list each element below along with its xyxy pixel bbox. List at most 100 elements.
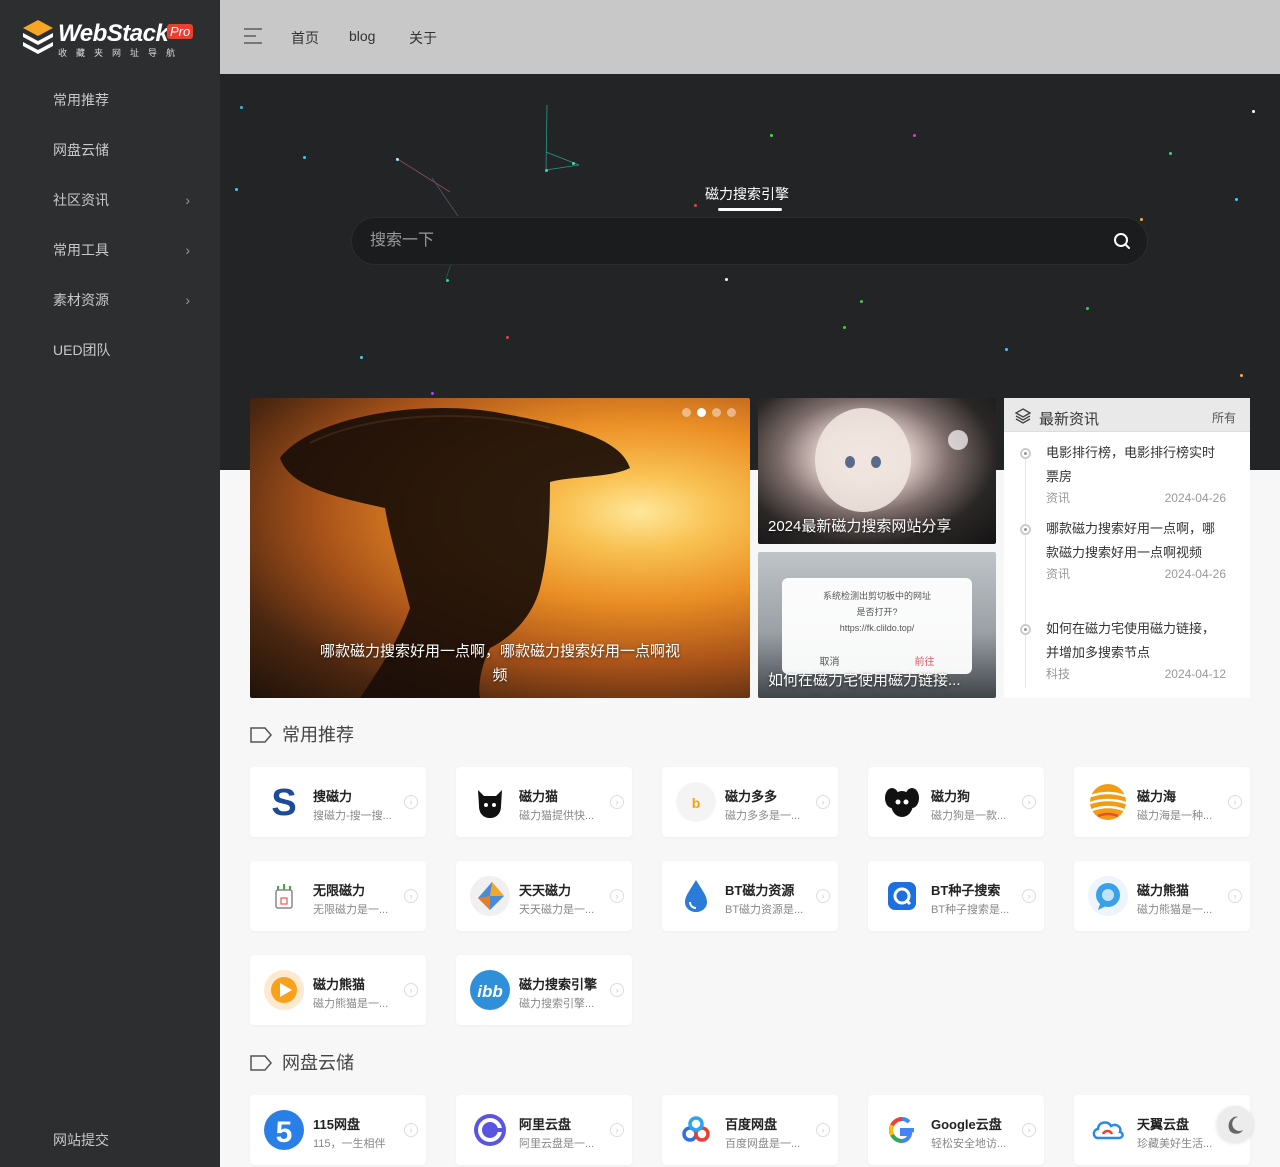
news-item-category: 资讯 (1046, 567, 1071, 581)
sidebar-item-tools[interactable]: 常用工具 › (0, 225, 220, 275)
sidebar-item-label: 素材资源 (53, 292, 109, 308)
banner-caption[interactable]: 如何在磁力宅使用磁力链接... (768, 669, 961, 690)
arrow-right-icon[interactable]: › (816, 795, 830, 809)
site-name: 百度网盘 (725, 1117, 778, 1132)
svg-text:b: b (692, 795, 701, 811)
search-input[interactable] (370, 218, 1090, 264)
dialog-cancel: 取消 (819, 657, 840, 668)
section-title-text: 网盘云储 (282, 1053, 354, 1073)
arrow-right-icon[interactable]: › (404, 795, 418, 809)
b-logo-icon: b (676, 782, 716, 822)
sidebar-item-ued[interactable]: UED团队 (0, 325, 220, 375)
arrow-right-icon[interactable]: › (610, 795, 624, 809)
site-card[interactable]: 百度网盘 百度网盘是一... › (662, 1095, 838, 1165)
news-item-title[interactable]: 哪款磁力搜索好用一点啊，哪款磁力搜索好用一点啊视频 (1046, 517, 1226, 565)
search-tab-magnet[interactable]: 磁力搜索引擎 (705, 184, 789, 204)
banner-caption[interactable]: 2024最新磁力搜索网站分享 (768, 515, 951, 536)
site-card[interactable]: 天天磁力 天天磁力是一... › (456, 861, 632, 931)
sidebar-item-community[interactable]: 社区资讯 › (0, 175, 220, 225)
theme-toggle-button[interactable] (1217, 1106, 1253, 1142)
carousel-dot[interactable] (712, 408, 721, 417)
news-item-date: 2024-04-26 (1164, 491, 1226, 505)
site-card[interactable]: BT磁力资源 BT磁力资源是... › (662, 861, 838, 931)
news-item-title[interactable]: 电影排行榜，电影排行榜实时票房 (1046, 441, 1226, 489)
svg-text:S: S (271, 782, 296, 822)
site-card[interactable]: b 磁力多多 磁力多多是一... › (662, 767, 838, 837)
news-item-title[interactable]: 如何在磁力宅使用磁力链接，并增加多搜索节点 (1046, 617, 1226, 665)
arrow-right-icon[interactable]: › (404, 889, 418, 903)
arrow-right-icon[interactable]: › (404, 1123, 418, 1137)
news-item[interactable]: 哪款磁力搜索好用一点啊，哪款磁力搜索好用一点啊视频 资讯 2024-04-26 (1046, 517, 1226, 583)
sidebar-item-assets[interactable]: 素材资源 › (0, 275, 220, 325)
news-all-link[interactable]: 所有 (1212, 409, 1236, 426)
banner-small-1[interactable]: 2024最新磁力搜索网站分享 (758, 398, 996, 544)
moon-icon (1228, 1116, 1243, 1134)
arrow-right-icon[interactable]: › (1228, 795, 1242, 809)
site-desc: 磁力海是一种... (1137, 810, 1213, 822)
logo[interactable]: WebStack Pro 收藏夹网址导航 (22, 18, 202, 60)
site-card[interactable]: 磁力狗 磁力狗是一款... › (868, 767, 1044, 837)
arrow-right-icon[interactable]: › (610, 983, 624, 997)
news-item[interactable]: 如何在磁力宅使用磁力链接，并增加多搜索节点 科技 2024-04-12 (1046, 617, 1226, 683)
search-icon[interactable] (1113, 232, 1131, 250)
site-name: 搜磁力 (313, 789, 353, 804)
news-header: 最新资讯 所有 (1004, 398, 1250, 432)
submit-site-link[interactable]: 网站提交 (53, 1130, 109, 1150)
site-card[interactable]: BT种子搜索 BT种子搜索是... › (868, 861, 1044, 931)
jar-icon (264, 876, 304, 916)
site-card[interactable]: 磁力猫 磁力猫提供快... › (456, 767, 632, 837)
timeline-dot (1020, 448, 1031, 459)
site-desc: 阿里云盘是一... (519, 1138, 595, 1150)
site-card[interactable]: 5 115网盘 115，一生相伴 › (250, 1095, 426, 1165)
aliyun-icon (470, 1110, 510, 1150)
site-card[interactable]: Google云盘 轻松安全地访... › (868, 1095, 1044, 1165)
carousel-dot[interactable] (682, 408, 691, 417)
site-card[interactable]: 阿里云盘 阿里云盘是一... › (456, 1095, 632, 1165)
sidebar-nav: 常用推荐 网盘云储 社区资讯 › 常用工具 › 素材资源 › UED团队 (0, 75, 220, 375)
site-card[interactable]: 磁力熊猫 磁力熊猫是一... › (250, 955, 426, 1025)
sidebar-item-label: 常用工具 (53, 242, 109, 258)
arrow-right-icon[interactable]: › (1228, 889, 1242, 903)
tag-icon (250, 1055, 272, 1071)
ibb-icon: ibb (470, 970, 510, 1010)
arrow-right-icon[interactable]: › (816, 1123, 830, 1137)
sidebar-item-cloud[interactable]: 网盘云储 (0, 125, 220, 175)
nav-link-about[interactable]: 关于 (409, 28, 437, 48)
carousel-banner[interactable]: 哪款磁力搜索好用一点啊，哪款磁力搜索好用一点啊视频 (250, 398, 750, 698)
s-logo-icon: S (264, 782, 304, 822)
banner-caption[interactable]: 哪款磁力搜索好用一点啊，哪款磁力搜索好用一点啊视频 (320, 640, 680, 688)
site-desc: 百度网盘是一... (725, 1138, 801, 1150)
site-card[interactable]: S 搜磁力 搜磁力-搜一搜... › (250, 767, 426, 837)
site-desc: BT磁力资源是... (725, 904, 804, 916)
site-card[interactable]: 磁力海 磁力海是一种... › (1074, 767, 1250, 837)
arrow-right-icon[interactable]: › (1022, 1123, 1036, 1137)
arrow-right-icon[interactable]: › (1022, 889, 1036, 903)
arrow-right-icon[interactable]: › (816, 889, 830, 903)
carousel-dots (682, 408, 736, 417)
top-header: 首页 blog 关于 (220, 0, 1280, 74)
chevron-right-icon: › (185, 192, 190, 208)
news-item[interactable]: 电影排行榜，电影排行榜实时票房 资讯 2024-04-26 (1046, 441, 1226, 507)
site-desc: 磁力搜索引擎... (519, 998, 595, 1010)
sidebar-item-recommend[interactable]: 常用推荐 (0, 75, 220, 125)
site-card[interactable]: 磁力熊猫 磁力熊猫是一... › (1074, 861, 1250, 931)
search-box (351, 217, 1148, 265)
stack-logo-icon (23, 20, 53, 54)
site-card[interactable]: 无限磁力 无限磁力是一... › (250, 861, 426, 931)
carousel-dot-active[interactable] (697, 408, 706, 417)
carousel-dot[interactable] (727, 408, 736, 417)
menu-toggle-icon[interactable] (244, 28, 262, 44)
banner-small-2[interactable]: 系统检测出剪切板中的网址 是否打开? https://fk.clildo.top… (758, 552, 996, 698)
arrow-right-icon[interactable]: › (610, 1123, 624, 1137)
arrow-right-icon[interactable]: › (1022, 795, 1036, 809)
sidebar-item-label: 社区资讯 (53, 192, 109, 208)
nav-link-blog[interactable]: blog (349, 28, 375, 44)
site-card[interactable]: ibb 磁力搜索引擎 磁力搜索引擎... › (456, 955, 632, 1025)
arrow-right-icon[interactable]: › (404, 983, 418, 997)
layers-icon (1015, 408, 1031, 424)
site-name: BT磁力资源 (725, 883, 795, 898)
nav-link-home[interactable]: 首页 (291, 28, 319, 48)
logo-badge: Pro (167, 24, 194, 39)
site-name: 阿里云盘 (519, 1117, 572, 1132)
arrow-right-icon[interactable]: › (610, 889, 624, 903)
